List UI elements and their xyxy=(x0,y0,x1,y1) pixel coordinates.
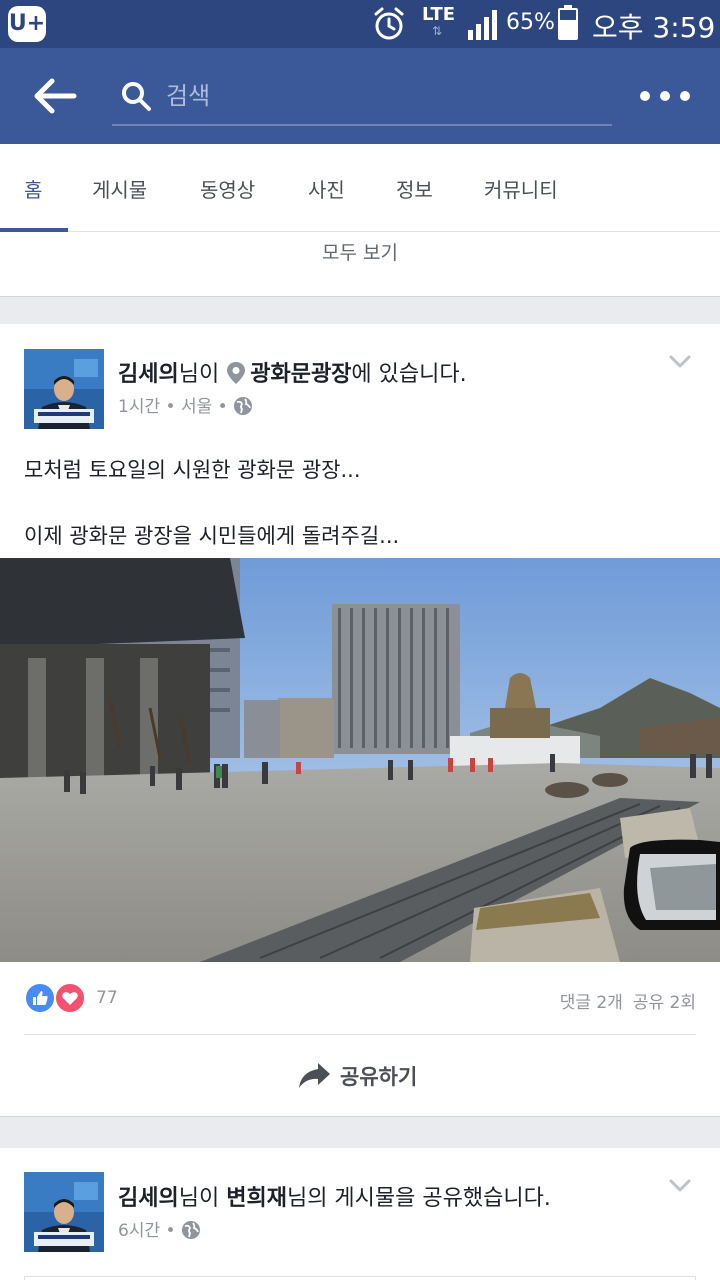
more-dots-icon[interactable] xyxy=(640,84,690,108)
header-mid: 님이 xyxy=(178,362,227,387)
post-header: 김세의님이 변희재님의 게시물을 공유했습니다. xyxy=(118,1180,551,1212)
plaza-photo-image xyxy=(0,558,720,962)
search-input[interactable] xyxy=(166,76,586,116)
clock: 오후 3:59 xyxy=(592,11,716,44)
post-text-line: 이제 광화문 광장을 시민들에게 돌려주길... xyxy=(24,524,400,548)
status-bar: U+ LTE ⇅ 65% 오후 3:59 xyxy=(0,0,720,48)
share-count[interactable]: 공유 2회 xyxy=(633,993,696,1013)
chevron-down-icon[interactable] xyxy=(668,1178,692,1194)
post-time[interactable]: 6시간 xyxy=(118,1221,160,1241)
header-tail: 님의 게시물을 공유했습니다. xyxy=(286,1186,551,1211)
share-label: 공유하기 xyxy=(340,1065,418,1089)
love-reaction-icon xyxy=(54,982,86,1014)
network-type: LTE xyxy=(422,4,456,25)
search-bar[interactable] xyxy=(112,66,612,126)
feed-post: 김세의님이 광화문광장에 있습니다. 1시간 • 서울 • 모처럼 토요일의 시… xyxy=(0,324,720,1116)
alarm-clock-icon xyxy=(374,7,404,40)
place-name[interactable]: 광화문광장 xyxy=(250,362,351,387)
engagement-counts: 댓글 2개 공유 2회 xyxy=(560,988,696,1013)
battery-percent: 65% xyxy=(506,10,555,35)
arrow-left-icon[interactable] xyxy=(30,74,78,118)
post-action-divider xyxy=(24,1034,696,1035)
globe-icon xyxy=(234,397,253,415)
section-divider xyxy=(0,296,720,324)
share-arrow-icon xyxy=(299,1063,330,1088)
post-time[interactable]: 1시간 xyxy=(118,397,160,417)
carrier-logo: U+ xyxy=(8,6,46,42)
avatar[interactable] xyxy=(24,349,104,429)
tab-posts[interactable]: 게시물 xyxy=(92,174,147,203)
author-name[interactable]: 김세의 xyxy=(118,362,179,387)
feed-post: 김세의님이 변희재님의 게시물을 공유했습니다. 6시간 • xyxy=(0,1148,720,1280)
avatar-image xyxy=(24,1172,104,1252)
tab-about[interactable]: 정보 xyxy=(396,174,433,203)
shared-from-name[interactable]: 변희재 xyxy=(226,1186,287,1211)
top-nav-bar xyxy=(0,48,720,144)
tab-photos[interactable]: 사진 xyxy=(308,174,345,203)
author-name[interactable]: 김세의 xyxy=(118,1186,179,1211)
post-text-line: 모처럼 토요일의 시원한 광화문 광장... xyxy=(24,458,361,482)
post-header: 김세의님이 광화문광장에 있습니다. xyxy=(118,356,467,388)
post-location: 서울 xyxy=(180,397,213,417)
comment-count[interactable]: 댓글 2개 xyxy=(560,993,623,1013)
header-tail: 에 있습니다. xyxy=(351,362,467,387)
page-tabs: 홈 게시물 동영상 사진 정보 커뮤니티 xyxy=(0,144,720,232)
search-icon xyxy=(122,82,151,111)
see-all-link[interactable]: 모두 보기 xyxy=(0,232,720,296)
header-mid: 님이 xyxy=(178,1186,227,1211)
globe-icon xyxy=(181,1221,200,1239)
location-pin-icon xyxy=(227,362,246,384)
like-reaction-icon xyxy=(24,982,56,1014)
share-button[interactable]: 공유하기 xyxy=(296,1056,417,1096)
avatar-image xyxy=(24,349,104,429)
avatar[interactable] xyxy=(24,1172,104,1252)
battery-fill xyxy=(560,19,576,38)
shared-post-frame xyxy=(24,1276,696,1280)
data-arrows-icon: ⇅ xyxy=(432,24,443,38)
tab-home[interactable]: 홈 xyxy=(24,174,42,203)
signal-icon xyxy=(468,10,497,40)
tab-videos[interactable]: 동영상 xyxy=(200,174,255,203)
section-divider xyxy=(0,1116,720,1148)
tab-community[interactable]: 커뮤니티 xyxy=(484,174,558,203)
post-photo[interactable] xyxy=(0,558,720,962)
battery-icon xyxy=(558,5,578,40)
post-meta: 6시간 • xyxy=(118,1216,201,1241)
chevron-down-icon[interactable] xyxy=(668,354,692,370)
reaction-count: 77 xyxy=(96,988,118,1008)
post-meta: 1시간 • 서울 • xyxy=(118,392,253,417)
